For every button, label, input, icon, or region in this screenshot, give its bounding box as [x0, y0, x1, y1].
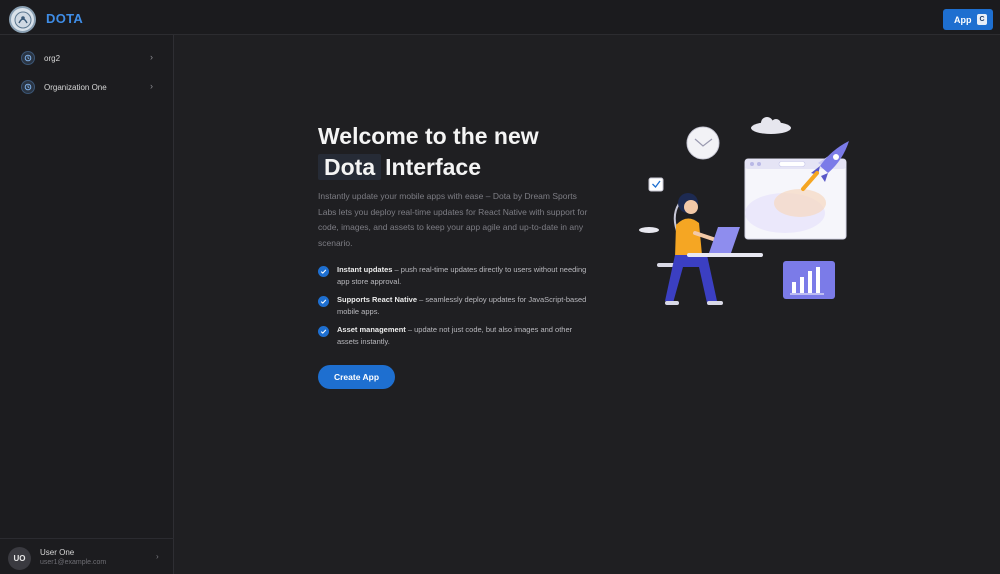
- feature-item: Asset management – update not just code,…: [318, 324, 593, 348]
- title-line-2: Dota Interface: [318, 152, 618, 183]
- main-content: Welcome to the new Dota Interface Instant…: [175, 35, 1000, 574]
- org-icon: [21, 80, 35, 94]
- checkbox-bubble-icon: [648, 177, 664, 192]
- create-app-button[interactable]: Create App: [318, 365, 395, 389]
- check-icon: [318, 296, 329, 307]
- top-bar: DOTA App C: [0, 0, 1000, 35]
- cloud-icon: [751, 117, 791, 134]
- chevron-right-icon: ›: [150, 81, 153, 91]
- user-name: User One: [40, 548, 75, 557]
- org-icon: [21, 51, 35, 65]
- chevron-right-icon: ›: [150, 52, 153, 62]
- feature-title: Asset management: [337, 325, 406, 334]
- check-icon: [318, 266, 329, 277]
- bar-chart-icon: [783, 261, 835, 299]
- feature-title: Instant updates: [337, 265, 393, 274]
- user-menu[interactable]: UO User One user1@example.com ›: [0, 538, 174, 574]
- browser-window-icon: [744, 158, 847, 240]
- sidebar: org2 › Organization One › UO User One us…: [0, 35, 174, 574]
- user-email: user1@example.com: [40, 559, 107, 566]
- sidebar-item-organization-one[interactable]: Organization One ›: [12, 75, 167, 99]
- title-line-1: Welcome to the new: [318, 123, 539, 149]
- chevron-right-icon: ›: [156, 552, 159, 561]
- brand-title[interactable]: DOTA: [46, 11, 83, 26]
- avatar: UO: [8, 547, 31, 570]
- title-highlight: Dota: [318, 154, 382, 180]
- sidebar-item-label: org2: [44, 53, 61, 63]
- developer-illustration: [639, 117, 849, 305]
- app-switcher-button[interactable]: App C: [943, 9, 993, 30]
- dota-logo-icon[interactable]: [9, 6, 36, 33]
- sidebar-item-org2[interactable]: org2 ›: [12, 46, 167, 70]
- feature-item: Instant updates – push real-time updates…: [318, 264, 593, 288]
- check-icon: [318, 326, 329, 337]
- app-button-label: App: [954, 14, 972, 25]
- page-description: Instantly update your mobile apps with e…: [318, 191, 588, 248]
- page-title: Welcome to the new Dota Interface: [318, 121, 618, 183]
- sidebar-item-label: Organization One: [44, 82, 107, 92]
- title-rest: Interface: [385, 154, 481, 180]
- feature-title: Supports React Native: [337, 295, 418, 304]
- app-button-badge: C: [977, 14, 987, 25]
- feature-item: Supports React Native – seamlessly deplo…: [318, 294, 593, 318]
- plant-icon: [639, 200, 682, 233]
- clock-icon: [686, 126, 720, 160]
